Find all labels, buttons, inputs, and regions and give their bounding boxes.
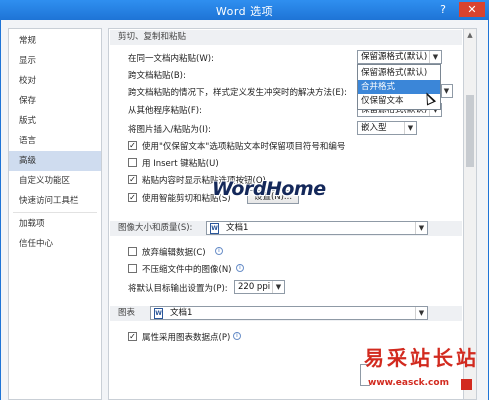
keep-bullets-checkbox[interactable]: ✓ bbox=[128, 141, 137, 150]
section-header-cut-copy-paste: 剪切、复制和粘贴 bbox=[110, 30, 462, 45]
sidebar-item-layout[interactable]: 版式 bbox=[9, 111, 101, 131]
options-sidebar: 常规 显示 校对 保存 版式 语言 高级 自定义功能区 快速访问工具栏 加载项 … bbox=[8, 28, 102, 400]
show-paste-options-checkbox[interactable]: ✓ bbox=[128, 175, 137, 184]
insert-key-paste-label: 用 Insert 键粘贴(U) bbox=[142, 159, 219, 169]
dropdown-option-keep-source-formatting[interactable]: 保留源格式(默认) bbox=[358, 66, 440, 80]
no-compress-images-label: 不压缩文件中的图像(N) bbox=[142, 265, 232, 275]
info-icon: i bbox=[236, 264, 244, 272]
image-quality-document-value: 文档1 bbox=[226, 223, 249, 233]
scroll-thumb[interactable] bbox=[466, 95, 474, 167]
sidebar-item-quick-access-toolbar[interactable]: 快速访问工具栏 bbox=[9, 191, 101, 211]
image-quality-document-select[interactable]: W 文档1 ▼ bbox=[206, 221, 428, 235]
window-title: Word 选项 bbox=[215, 5, 274, 18]
other-programs-paste-label: 从其他程序粘贴(F): bbox=[128, 106, 202, 116]
info-icon: i bbox=[215, 247, 223, 255]
chevron-down-icon: ▼ bbox=[404, 122, 416, 134]
default-resolution-label: 将默认目标输出设置为(P): bbox=[128, 284, 228, 294]
wordhome-watermark-logo: WordHome bbox=[212, 178, 326, 200]
sidebar-item-advanced[interactable]: 高级 bbox=[9, 151, 101, 171]
site-logo-icon bbox=[461, 379, 472, 390]
default-resolution-select[interactable]: 220 ppi ▼ bbox=[234, 280, 285, 294]
sidebar-item-display[interactable]: 显示 bbox=[9, 51, 101, 71]
sidebar-item-general[interactable]: 常规 bbox=[9, 31, 101, 51]
chart-document-select[interactable]: W 文档1 ▼ bbox=[150, 306, 428, 320]
chevron-down-icon: ▼ bbox=[415, 307, 427, 319]
sidebar-divider bbox=[13, 212, 97, 213]
title-bar: Word 选项 ? ✕ bbox=[0, 0, 489, 20]
chart-data-point-properties-checkbox[interactable]: ✓ bbox=[128, 332, 137, 341]
sidebar-item-proofing[interactable]: 校对 bbox=[9, 71, 101, 91]
sidebar-item-trust-center[interactable]: 信任中心 bbox=[9, 234, 101, 254]
chart-document-value: 文档1 bbox=[170, 308, 193, 318]
default-resolution-value: 220 ppi bbox=[238, 282, 271, 292]
help-button[interactable]: ? bbox=[434, 2, 452, 17]
word-document-icon: W bbox=[154, 308, 163, 319]
insert-key-paste-checkbox[interactable] bbox=[128, 158, 137, 167]
picture-insert-value: 嵌入型 bbox=[361, 123, 387, 133]
discard-edit-data-checkbox[interactable] bbox=[128, 247, 137, 256]
chevron-down-icon: ▼ bbox=[272, 281, 284, 293]
info-icon: i bbox=[233, 332, 241, 340]
sidebar-item-save[interactable]: 保存 bbox=[9, 91, 101, 111]
chart-data-point-properties-label: 属性采用图表数据点(P) bbox=[142, 333, 231, 343]
sidebar-item-customize-ribbon[interactable]: 自定义功能区 bbox=[9, 171, 101, 191]
smart-cut-paste-checkbox[interactable]: ✓ bbox=[128, 193, 137, 202]
chevron-down-icon: ▼ bbox=[429, 51, 441, 63]
style-conflict-select[interactable]: ▼ bbox=[441, 84, 453, 98]
sidebar-item-addins[interactable]: 加载项 bbox=[9, 214, 101, 234]
word-document-icon: W bbox=[210, 223, 219, 234]
sidebar-item-language[interactable]: 语言 bbox=[9, 131, 101, 151]
chevron-down-icon: ▼ bbox=[415, 222, 427, 234]
close-button[interactable]: ✕ bbox=[459, 2, 485, 17]
same-doc-paste-select[interactable]: 保留源格式(默认) ▼ bbox=[357, 50, 442, 64]
style-conflict-label: 跨文档粘贴的情况下，样式定义发生冲突时的解决方法(E): bbox=[128, 88, 347, 98]
site-watermark-text: 易采站长站 bbox=[364, 346, 479, 370]
same-doc-paste-value: 保留源格式(默认) bbox=[361, 52, 428, 62]
picture-insert-select[interactable]: 嵌入型 ▼ bbox=[357, 121, 417, 135]
no-compress-images-checkbox[interactable] bbox=[128, 264, 137, 273]
same-doc-paste-label: 在同一文档内粘贴(W): bbox=[128, 54, 214, 64]
scroll-up-icon[interactable]: ▲ bbox=[464, 29, 476, 41]
picture-insert-label: 将图片插入/粘贴为(I): bbox=[128, 125, 211, 135]
discard-edit-data-label: 放弃编辑数据(C) bbox=[142, 248, 206, 258]
site-watermark-url: www.easck.com bbox=[368, 378, 449, 388]
keep-bullets-label: 使用"仅保留文本"选项粘贴文本时保留项目符号和编号 bbox=[142, 142, 346, 152]
chevron-down-icon: ▼ bbox=[443, 87, 450, 95]
cross-doc-paste-label: 跨文档粘贴(B): bbox=[128, 71, 186, 81]
